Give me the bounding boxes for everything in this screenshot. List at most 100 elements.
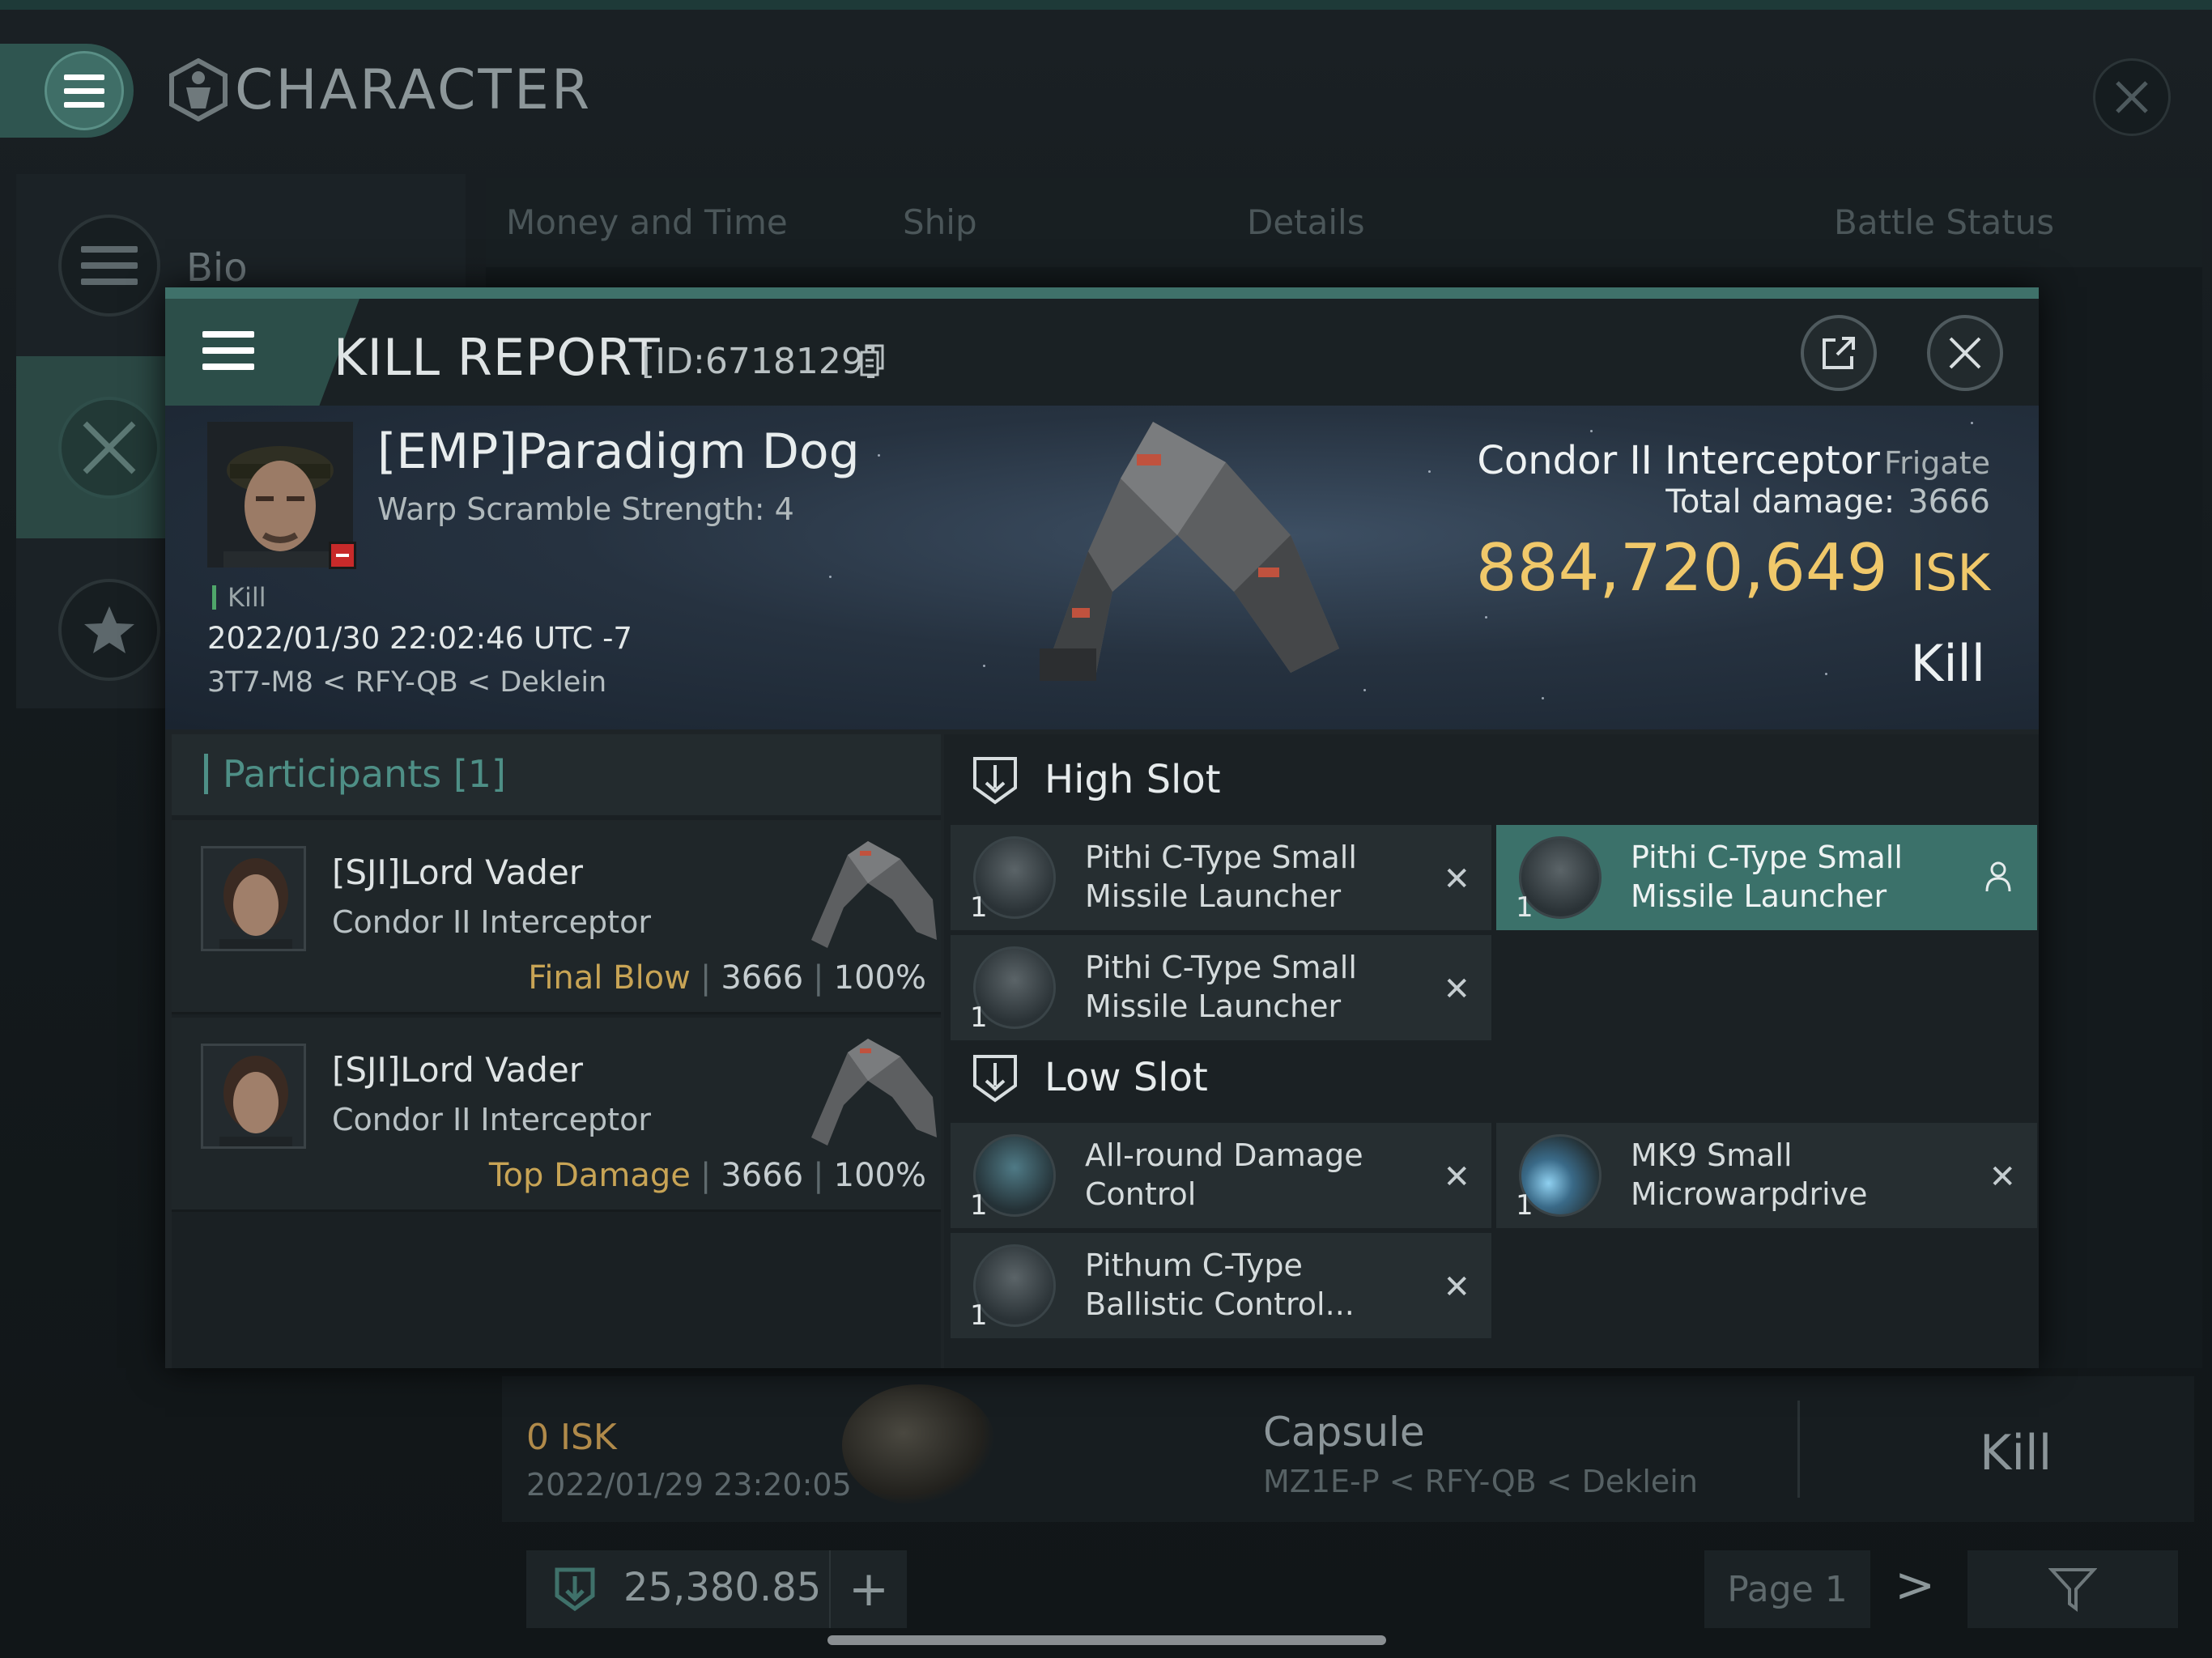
participant-name: [SJI]Lord Vader [332, 852, 584, 892]
module-quantity: 1 [1516, 891, 1534, 924]
character-tabs: Money and Time Ship Details Battle Statu… [486, 178, 2202, 267]
module-slot[interactable]: 1 Pithum C-Type Ballistic Control... ✕ [951, 1233, 1491, 1338]
wallet-value: 25,380.85 [623, 1565, 822, 1610]
total-damage-label: Total damage: [1665, 483, 1895, 521]
module-slot[interactable]: 1 MK9 Small Microwarpdrive ✕ [1496, 1123, 2037, 1228]
kill-report-id: [ID:6718129] [641, 341, 878, 382]
module-slot-selected[interactable]: 1 Pithi C-Type Small Missile Launcher [1496, 825, 2037, 930]
participant-percent: 100% [833, 1157, 926, 1194]
participant-row[interactable]: [SJI]Lord Vader Condor II Interceptor Fi… [172, 820, 941, 1014]
participant-stats: Final Blow | 3666 | 100% [528, 959, 926, 997]
high-slot-icon [973, 757, 1017, 805]
bottom-bar: 25,380.85 + Page 1 > [502, 1534, 2194, 1639]
capsule-image [842, 1384, 996, 1506]
home-indicator[interactable] [827, 1635, 1386, 1645]
participant-ship: Condor II Interceptor [332, 904, 651, 940]
modal-accent-line [165, 287, 2039, 299]
victim-ship-image [1040, 422, 1339, 681]
kill-type-tag: Kill [212, 585, 266, 610]
participant-row[interactable]: [SJI]Lord Vader Condor II Interceptor To… [172, 1018, 941, 1212]
character-title: CHARACTER [235, 58, 593, 122]
hamburger-icon [202, 331, 254, 370]
total-damage-value: 3666 [1908, 483, 1990, 521]
modal-header: KILL REPORT [ID:6718129] [165, 299, 2039, 406]
row-result: Kill [1980, 1425, 2052, 1482]
sidebar-item-label: Bio [186, 245, 248, 291]
row-ship: Capsule [1263, 1409, 1425, 1456]
isk-unit: ISK [1910, 543, 1990, 602]
ship-name: Condor II Interceptor [1477, 438, 1880, 483]
module-slot[interactable]: 1 Pithi C-Type Small Missile Launcher ✕ [951, 825, 1491, 930]
module-quantity: 1 [970, 1001, 988, 1034]
low-slot-title: Low Slot [1044, 1055, 1208, 1100]
participant-damage: 3666 [721, 959, 804, 997]
low-slot-header: Low Slot [944, 1032, 2039, 1123]
module-name: MK9 Small Microwarpdrive [1631, 1137, 1868, 1212]
modal-close-button[interactable] [1927, 315, 2003, 391]
participant-ship-image [811, 841, 937, 948]
share-button[interactable] [1801, 315, 1877, 391]
share-icon [1823, 337, 1855, 369]
window-top-edge [0, 0, 2212, 10]
crossed-swords-icon [83, 421, 136, 474]
participant-role: Top Damage [488, 1157, 691, 1194]
destroyed-icon: ✕ [1443, 971, 1470, 1008]
character-close-button[interactable] [2093, 58, 2171, 136]
destroyed-icon: ✕ [1443, 1158, 1470, 1196]
low-slot-icon [973, 1055, 1017, 1103]
row-location: MZ1E-P < RFY-QB < Deklein [1263, 1464, 1698, 1499]
module-quantity: 1 [970, 1299, 988, 1332]
wallet-display: 25,380.85 + [526, 1550, 907, 1628]
wallet-icon [555, 1567, 595, 1612]
participants-panel: Participants [1] [SJI]Lord Vader Condor … [172, 734, 941, 1368]
isk-value: 884,720,649 ISK [1476, 530, 1990, 606]
row-date: 2022/01/29 23:20:05 [526, 1467, 852, 1503]
modal-title: KILL REPORT [334, 328, 661, 387]
tab-battle-status[interactable]: Battle Status [1834, 202, 2054, 242]
close-icon [1949, 337, 1981, 369]
kill-report-modal: KILL REPORT [ID:6718129] [EMP]Paradigm D… [165, 287, 2039, 1368]
add-funds-button[interactable]: + [829, 1550, 907, 1628]
character-menu-button[interactable] [0, 44, 134, 138]
destroyed-icon: ✕ [1443, 1269, 1470, 1306]
participant-portrait [201, 846, 306, 951]
module-name: Pithi C-Type Small Missile Launcher [1085, 840, 1357, 914]
module-slot[interactable]: 1 All-round Damage Control ✕ [951, 1123, 1491, 1228]
kill-summary-banner: [EMP]Paradigm Dog Warp Scramble Strength… [165, 406, 2039, 729]
participant-stats: Top Damage | 3666 | 100% [488, 1157, 926, 1194]
hostile-standing-badge [329, 542, 356, 569]
module-quantity: 1 [970, 891, 988, 924]
module-quantity: 1 [970, 1189, 988, 1222]
tab-details[interactable]: Details [1247, 202, 1365, 242]
tab-money-and-time[interactable]: Money and Time [506, 202, 788, 242]
row-isk: 0 ISK [526, 1417, 617, 1458]
kill-result: Kill [1910, 634, 1985, 693]
hamburger-icon [64, 74, 104, 108]
destroyed-icon: ✕ [1443, 861, 1470, 898]
module-quantity: 1 [1516, 1189, 1534, 1222]
participant-ship: Condor II Interceptor [332, 1102, 651, 1137]
participant-ship-image [811, 1039, 937, 1146]
participant-role: Final Blow [528, 959, 691, 997]
kill-location[interactable]: 3T7-M8 < RFY-QB < Deklein [207, 666, 606, 699]
list-icon [81, 246, 138, 285]
victim-name[interactable]: [EMP]Paradigm Dog [377, 423, 860, 480]
modal-menu-button[interactable] [165, 299, 311, 406]
page-indicator: Page 1 [1704, 1550, 1870, 1628]
tab-ship[interactable]: Ship [903, 202, 977, 242]
next-page-button[interactable]: > [1895, 1557, 1935, 1613]
total-damage: Total damage: 3666 [1665, 483, 1990, 521]
killmail-row[interactable]: 0 ISK 2022/01/29 23:20:05 Capsule MZ1E-P… [502, 1376, 2194, 1522]
participants-title: Participants [1] [204, 754, 506, 794]
filter-icon [2048, 1568, 2097, 1612]
kill-date: 2022/01/30 22:02:46 UTC -7 [207, 621, 632, 656]
victim-ship[interactable]: Condor II Interceptor Frigate [1477, 438, 1990, 483]
module-slot[interactable]: 1 Pithi C-Type Small Missile Launcher ✕ [951, 935, 1491, 1040]
character-icon [169, 58, 228, 121]
close-icon [2116, 81, 2148, 113]
participant-portrait [201, 1044, 306, 1149]
copy-icon[interactable] [860, 344, 884, 376]
filter-button[interactable] [1967, 1550, 2178, 1628]
high-slot-title: High Slot [1044, 757, 1221, 802]
row-divider [1797, 1401, 1800, 1498]
